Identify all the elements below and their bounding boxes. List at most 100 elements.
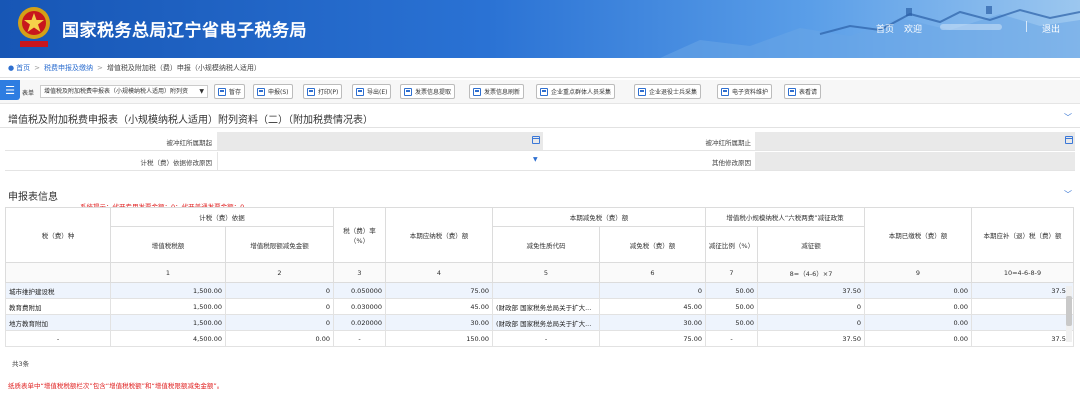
cell-reduce: 45.00 (599, 298, 706, 315)
logout-link[interactable]: 退出 (1042, 22, 1060, 35)
view-table-button[interactable]: 表看请 (784, 84, 822, 99)
cell-limit[interactable]: 0 (225, 282, 334, 299)
col-reduce-code: 减免性质代码 (492, 226, 600, 263)
chevron-down-icon[interactable]: ﹀ (1064, 112, 1072, 123)
total-paid: 0.00 (864, 330, 972, 347)
total-refund: 37.50 (971, 330, 1074, 347)
cell-rate: 0.020000 (333, 314, 386, 331)
col-number: 3 (333, 262, 386, 283)
calendar-icon[interactable] (1065, 136, 1073, 144)
cell-paid: 0.00 (864, 314, 972, 331)
col-payable: 本期应纳税（费）额 (385, 207, 493, 263)
col-number: 9 (864, 262, 972, 283)
breadcrumb-separator: > (96, 63, 103, 72)
cell-limit[interactable]: 0 (225, 314, 334, 331)
export-button[interactable]: 导出(E) (352, 84, 392, 99)
cell-vat[interactable]: 1,500.00 (110, 298, 226, 315)
cell-vat[interactable]: 1,500.00 (110, 282, 226, 299)
cell-limit[interactable]: 0 (225, 298, 334, 315)
section-title-attachment: 增值税及附加税费申报表（小规模纳税人适用）附列资料（二）（附加税费情况表） (8, 115, 373, 126)
table-row[interactable]: 地方教育附加 1,500.00 0 0.020000 30.00 (财政部 国家… (5, 314, 1074, 331)
breadcrumb-home[interactable]: 首页 (16, 63, 30, 73)
cell-payable: 45.00 (385, 298, 493, 315)
cell-reduce-code[interactable]: (财政部 国家税务总局关于扩大... (492, 298, 600, 315)
breadcrumb-current: 增值税及附加税（费）申报（小规模纳税人适用） (106, 63, 261, 72)
col-number: 4 (385, 262, 493, 283)
export-icon (356, 87, 364, 96)
section-title-declaration: 申报表信息 (8, 192, 58, 203)
total-limit: 0.00 (225, 330, 334, 347)
user-name-masked (940, 24, 1002, 30)
save-draft-button[interactable]: 暂存 (214, 84, 246, 99)
save-icon (218, 87, 226, 96)
home-link[interactable]: 首页 (876, 22, 894, 35)
col-reduce-amount: 减免税（费）额 (599, 226, 706, 263)
cell-paid: 0.00 (864, 282, 972, 299)
col-group-basis: 计税（费）依据 (110, 207, 334, 227)
form-select[interactable]: 增值税及附加税费申报表（小规模纳税人适用）附列资 ▼ (40, 85, 208, 98)
site-title: 国家税务总局辽宁省电子税务局 (62, 21, 307, 41)
calendar-icon[interactable] (532, 136, 540, 144)
other-reason-field[interactable] (755, 152, 1075, 170)
veteran-collect-button[interactable]: 企业退役士兵采集 (634, 84, 702, 99)
cell-vat[interactable]: 1,500.00 (110, 314, 226, 331)
cell-refund: 37.50 (971, 282, 1074, 299)
document-icon (721, 87, 729, 96)
cell-reduce-code[interactable] (492, 282, 600, 299)
people-icon (540, 87, 548, 96)
cell-refund: 0 (971, 298, 1074, 315)
cell-reduce-code[interactable]: (财政部 国家税务总局关于扩大... (492, 314, 600, 331)
declaration-table: 税（费）种 计税（费）依据 税（费）率（%） 本期应纳税（费）额 本期减免税（费… (5, 207, 1074, 347)
total-six: 37.50 (757, 330, 865, 347)
cell-reduce: 0 (599, 282, 706, 299)
scrollbar-thumb[interactable] (1066, 296, 1072, 326)
table-scrollbar[interactable] (1066, 286, 1072, 342)
button-label: 企业退役士兵采集 (649, 89, 698, 96)
caret-down-icon[interactable]: ▼ (533, 156, 538, 163)
table-row[interactable]: 教育费附加 1,500.00 0 0.030000 45.00 (财政部 国家税… (5, 298, 1074, 315)
col-number: 10=4-6-8-9 (971, 262, 1074, 283)
button-label: 发票信息刷新 (484, 89, 521, 96)
col-number: 6 (599, 262, 706, 283)
cell-six: 37.50 (757, 282, 865, 299)
invoice-icon (404, 87, 412, 96)
button-label: 导出(E) (367, 89, 388, 96)
search-icon (788, 87, 796, 96)
offset-end-field[interactable] (755, 132, 1075, 150)
submit-button[interactable]: 申报(S) (253, 84, 293, 99)
cell-reduce: 30.00 (599, 314, 706, 331)
col-number: 8=（4-6）×7 (757, 262, 865, 283)
tax-bureau-emblem-icon (18, 7, 50, 47)
cell-six: 0 (757, 314, 865, 331)
total-name: - (5, 330, 111, 347)
col-tax-type: 税（费）种 (5, 207, 111, 263)
form-select-value: 增值税及附加税费申报表（小规模纳税人适用）附列资 (44, 88, 189, 95)
form-row-reasons: 计税（费）依据修改原因 ▼ 其他修改原因 (5, 151, 1075, 171)
breadcrumb-separator: > (34, 63, 40, 72)
invoice-refresh-button[interactable]: 发票信息刷新 (469, 84, 525, 99)
cell-rate: 0.030000 (333, 298, 386, 315)
offset-start-field[interactable] (217, 132, 543, 150)
form-select-label: 表单 (22, 90, 35, 97)
print-button[interactable]: 打印(P) (303, 84, 343, 99)
breadcrumb: ● 首页 > 税费申报及缴纳 > 增值税及附加税（费）申报（小规模纳税人适用） (0, 58, 1080, 78)
e-document-button[interactable]: 电子资料维护 (717, 84, 773, 99)
cell-payable: 30.00 (385, 314, 493, 331)
table-row[interactable]: 城市维护建设税 1,500.00 0 0.050000 75.00 0 50.0… (5, 282, 1074, 299)
button-label: 申报(S) (268, 89, 289, 96)
menu-toggle-icon[interactable]: ☰ (0, 80, 20, 100)
people-icon (638, 87, 646, 96)
col-number-blank (5, 262, 111, 283)
button-label: 暂存 (229, 89, 242, 96)
refresh-icon (473, 87, 481, 96)
basis-reason-select[interactable] (217, 152, 543, 170)
breadcrumb-tax-filing[interactable]: 税费申报及缴纳 (44, 63, 93, 73)
invoice-extract-button[interactable]: 发票信息提取 (400, 84, 456, 99)
chevron-down-icon[interactable]: ﹀ (1064, 189, 1072, 200)
col-rate: 税（费）率（%） (333, 207, 386, 263)
col-vat-amount: 增值税税额 (110, 226, 226, 263)
header-divider (1026, 21, 1027, 32)
total-ratio: - (705, 330, 758, 347)
key-group-collect-button[interactable]: 企业重点群体人员采集 (536, 84, 616, 99)
footer-tip: 纸质表单中“增值税税额栏次”包含“增值税税额”和“增值税限额减免金额”。 (8, 382, 224, 390)
